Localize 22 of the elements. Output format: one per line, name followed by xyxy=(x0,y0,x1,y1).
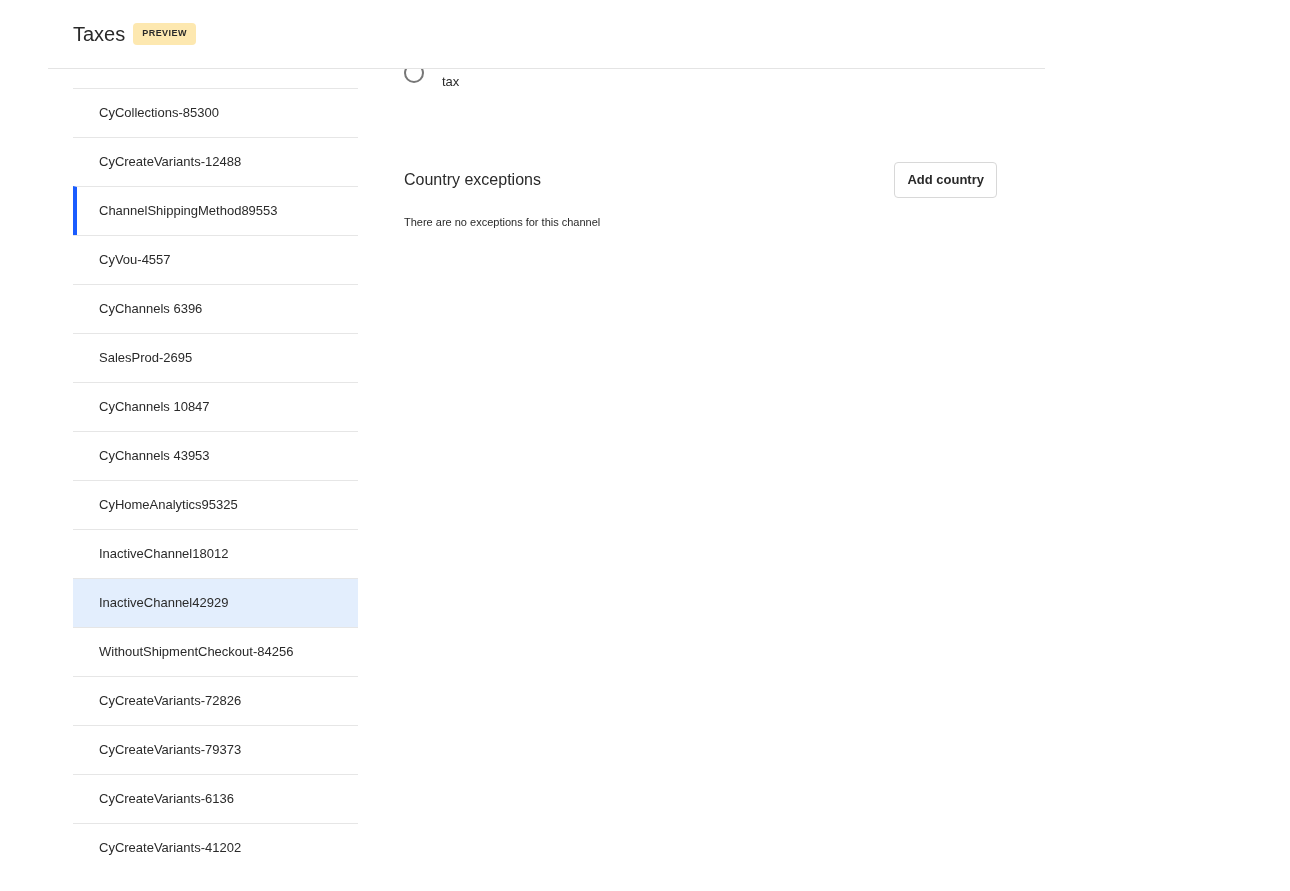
channel-list-item[interactable]: SalesProd-2695 xyxy=(73,333,358,382)
empty-message: There are no exceptions for this channel xyxy=(404,214,602,230)
radio-button[interactable] xyxy=(404,69,424,83)
page-title: Taxes xyxy=(73,22,126,47)
channel-list-item[interactable]: CyCreateVariants-12488 xyxy=(73,137,358,186)
section-title: Country exceptions xyxy=(404,169,541,190)
channel-list-item[interactable]: CyHomeAnalytics95325 xyxy=(73,480,358,529)
channel-list-item[interactable]: CyVou-4557 xyxy=(73,235,358,284)
channel-list-item[interactable]: CyCreateVariants-6136 xyxy=(73,774,358,823)
channel-list-item[interactable]: CyCreateVariants-41202 xyxy=(73,823,358,872)
channel-list-item[interactable]: InactiveChannel42929 xyxy=(73,578,358,627)
channel-list-item[interactable]: ChannelShippingMethod89553 xyxy=(73,186,358,235)
add-country-button[interactable]: Add country xyxy=(894,161,997,198)
channel-list-item[interactable]: WithoutShipmentCheckout-84256 xyxy=(73,627,358,676)
channel-list-item[interactable]: CyChannels 43953 xyxy=(73,431,358,480)
channel-list-item[interactable]: CyCreateVariants-72826 xyxy=(73,676,358,725)
channel-list-item[interactable]: CyCollections-85300 xyxy=(73,88,358,137)
preview-badge: PREVIEW xyxy=(133,23,196,45)
radio-label: tax xyxy=(442,73,460,91)
channel-list-item[interactable]: CyChannels 10847 xyxy=(73,382,358,431)
channel-list-item[interactable]: CyChannels 6396 xyxy=(73,284,358,333)
channel-list-item[interactable]: CyCreateVariants-79373 xyxy=(73,725,358,774)
